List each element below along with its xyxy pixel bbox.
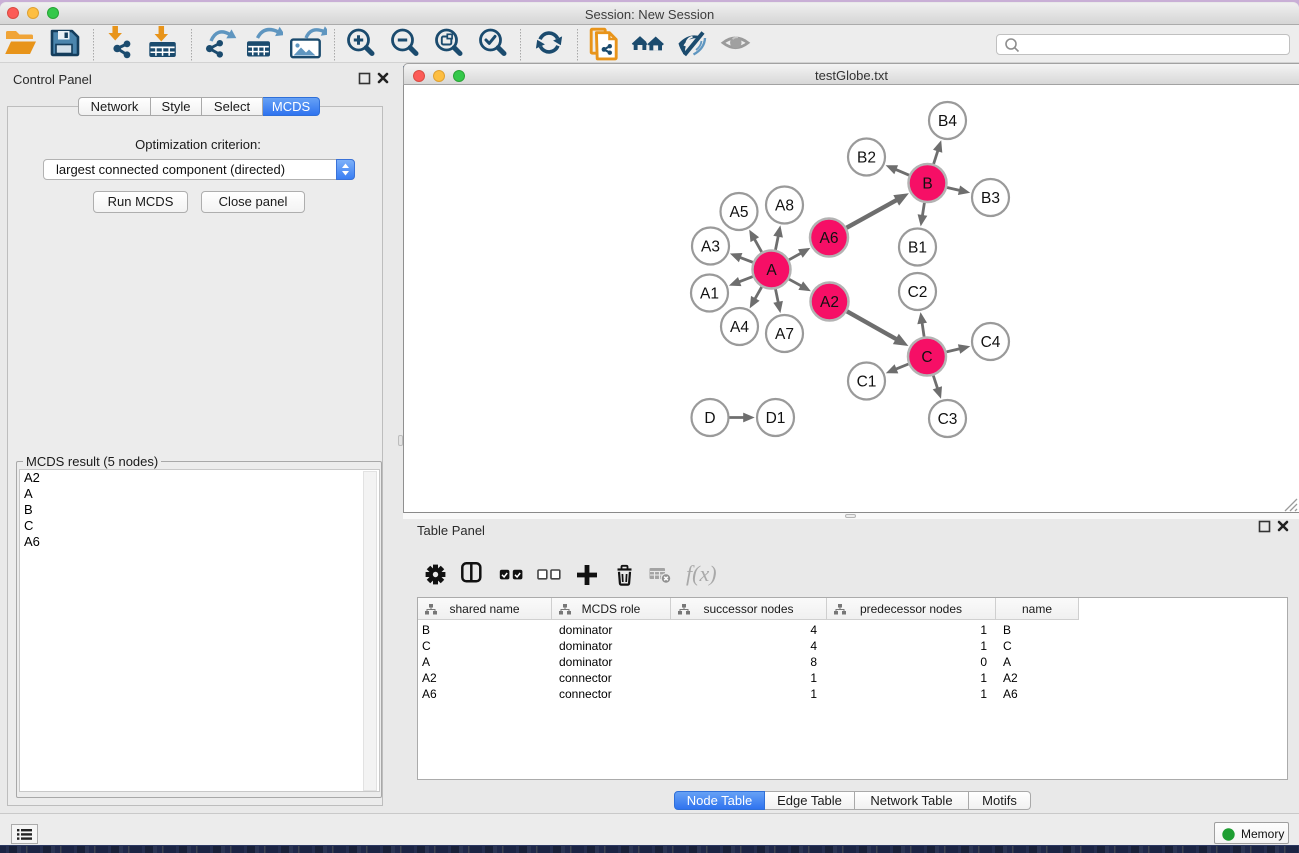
svg-text:C2: C2: [908, 284, 928, 301]
svg-text:A1: A1: [700, 286, 719, 303]
svg-text:B4: B4: [938, 113, 957, 130]
svg-text:B1: B1: [908, 240, 927, 257]
svg-text:C3: C3: [938, 411, 958, 428]
svg-text:A: A: [766, 262, 777, 279]
svg-text:B2: B2: [857, 150, 876, 167]
svg-text:A3: A3: [701, 239, 720, 256]
svg-text:A5: A5: [730, 204, 749, 221]
svg-text:B: B: [922, 176, 932, 193]
svg-text:A4: A4: [730, 319, 749, 336]
svg-text:A2: A2: [820, 294, 839, 311]
svg-text:D1: D1: [766, 410, 786, 427]
svg-text:C4: C4: [981, 334, 1001, 351]
svg-text:A6: A6: [820, 230, 839, 247]
svg-text:D: D: [704, 410, 715, 427]
svg-text:A8: A8: [775, 198, 794, 215]
svg-text:C: C: [921, 349, 932, 366]
svg-text:C1: C1: [857, 374, 877, 391]
svg-text:A7: A7: [775, 326, 794, 343]
svg-text:B3: B3: [981, 190, 1000, 207]
